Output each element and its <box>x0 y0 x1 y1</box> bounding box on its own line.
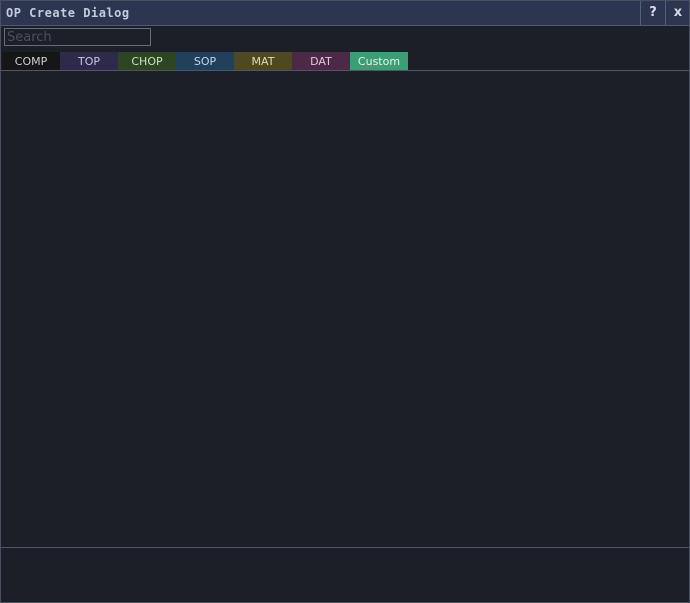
tab-custom[interactable]: Custom <box>350 52 408 70</box>
tab-sop[interactable]: SOP <box>176 52 234 70</box>
tab-mat[interactable]: MAT <box>234 52 292 70</box>
op-create-dialog: OP Create Dialog ? x COMP TOP CHOP SOP M… <box>0 0 690 603</box>
tab-dat[interactable]: DAT <box>292 52 350 70</box>
operator-family-tabs: COMP TOP CHOP SOP MAT DAT Custom <box>2 52 408 70</box>
tab-comp[interactable]: COMP <box>2 52 60 70</box>
title-bar[interactable]: OP Create Dialog ? x <box>1 1 689 26</box>
tab-top[interactable]: TOP <box>60 52 118 70</box>
close-button[interactable]: x <box>665 1 690 25</box>
help-button[interactable]: ? <box>640 1 665 25</box>
operator-list-area[interactable] <box>1 71 689 547</box>
tab-chop[interactable]: CHOP <box>118 52 176 70</box>
operator-info-panel <box>1 548 689 602</box>
window-title: OP Create Dialog <box>6 6 130 20</box>
search-input[interactable] <box>4 28 151 46</box>
